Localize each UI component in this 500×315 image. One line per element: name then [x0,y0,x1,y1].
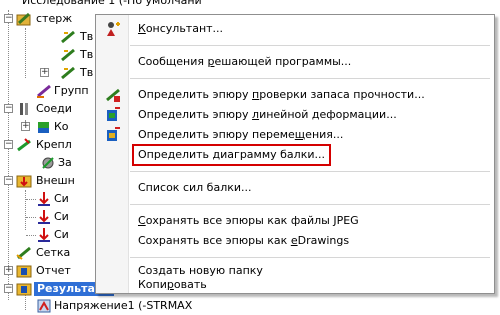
expand-toggle[interactable]: + [40,68,49,77]
tree-item-label: Соеди [36,102,72,115]
connection-icon [20,103,28,115]
beam-icon [61,30,75,44]
tree-item-label: Си [54,228,69,241]
context-menu: Консультант... Сообщения решающей програ… [95,14,495,294]
tree-branch-line [26,235,36,236]
menu-item-label-highlighted: Определить диаграмму балки... [132,144,331,166]
menu-item-label: Сохранять все эпюры как файлы JPEG [138,214,359,227]
menu-item-label: Определить эпюру линейной деформации... [138,108,397,121]
tree-item-label: Тв [80,48,94,61]
menu-separator [130,257,490,258]
menu-item-save-jpeg[interactable]: Сохранять все эпюры как файлы JPEG [96,211,494,231]
menu-item-copy[interactable]: Копировать [96,277,494,293]
tree-item-label: Внешн [36,174,75,187]
menu-item-save-edrawings[interactable]: Сохранять все эпюры как eDrawings [96,231,494,251]
tree-item-label: За [58,156,72,169]
report-folder-icon [16,265,32,278]
menu-item-beam-diagram[interactable]: Определить диаграмму балки... [96,144,494,166]
safety-plot-icon [106,88,120,102]
collapse-toggle[interactable]: − [4,176,13,185]
beam-folder-icon [16,12,31,26]
expand-toggle[interactable]: + [21,122,30,131]
expand-toggle[interactable]: + [4,266,13,275]
consultant-icon [107,22,120,36]
tree-item-label: Ко [54,120,69,133]
menu-item-solver-messages[interactable]: Сообщения решающей программы... [96,52,494,72]
force-arrow-icon [38,192,50,206]
menu-separator [130,204,490,205]
results-folder-icon [16,283,32,296]
tree-guide-line [8,10,9,300]
menu-item-label: Определить эпюру проверки запаса прочнос… [138,88,425,101]
force-arrow-icon [38,228,50,242]
beam-icon [61,66,75,80]
collapse-toggle[interactable]: − [4,140,13,149]
tree-item-label: Си [54,192,69,205]
menu-item-label: Сообщения решающей программы... [138,55,352,68]
menu-item-safety-plot[interactable]: Определить эпюру проверки запаса прочнос… [96,85,494,105]
tree-item-label: Сетка [36,246,71,259]
stress-plot-icon [37,299,51,313]
tree-guide-line [25,28,26,78]
fixture-icon [17,138,31,152]
tree-item-label: Тв [80,66,94,79]
tree-item-label: Групп [54,84,89,97]
menu-separator [130,171,490,172]
menu-item-label: Консультант... [138,22,224,35]
group-icon [37,84,51,98]
menu-item-label: Копировать [138,278,207,291]
strain-plot-icon [107,107,120,121]
force-arrow-icon [38,210,50,224]
tree-item-label: Отчет [36,264,71,277]
displacement-plot-icon [107,127,120,141]
tree-item-label: стерж [36,12,73,25]
collapse-toggle[interactable]: − [4,14,13,23]
tree-guide-line [25,190,26,230]
tree-branch-line [26,199,36,200]
menu-separator [130,78,490,79]
tree-item-label: Крепл [36,138,72,151]
tree-root-label: Исследование 1 (-По умолчани [22,0,202,7]
menu-item-label: Определить эпюру перемещения... [138,128,344,141]
fixed-geometry-icon [42,157,54,169]
tree-item-label: Тв [80,30,94,43]
menu-separator [130,45,490,46]
collapse-toggle[interactable]: − [4,104,13,113]
menu-item-label: Сохранять все эпюры как eDrawings [138,234,350,247]
menu-item-beam-forces-list[interactable]: Список сил балки... [96,178,494,198]
menu-item-consultant[interactable]: Консультант... [96,19,494,39]
menu-item-displacement-plot[interactable]: Определить эпюру перемещения... [96,125,494,145]
collapse-toggle[interactable]: − [4,284,13,293]
menu-item-strain-plot[interactable]: Определить эпюру линейной деформации... [96,105,494,125]
tree-item-label: Напряжение1 (-STRMAX [54,299,193,312]
tree-item-label: Си [54,210,69,223]
contact-icon [38,122,49,133]
beam-icon [61,48,75,62]
tree-branch-line [26,217,36,218]
menu-item-label: Список сил балки... [138,181,252,194]
mesh-icon [16,246,31,260]
external-loads-icon [16,175,32,188]
